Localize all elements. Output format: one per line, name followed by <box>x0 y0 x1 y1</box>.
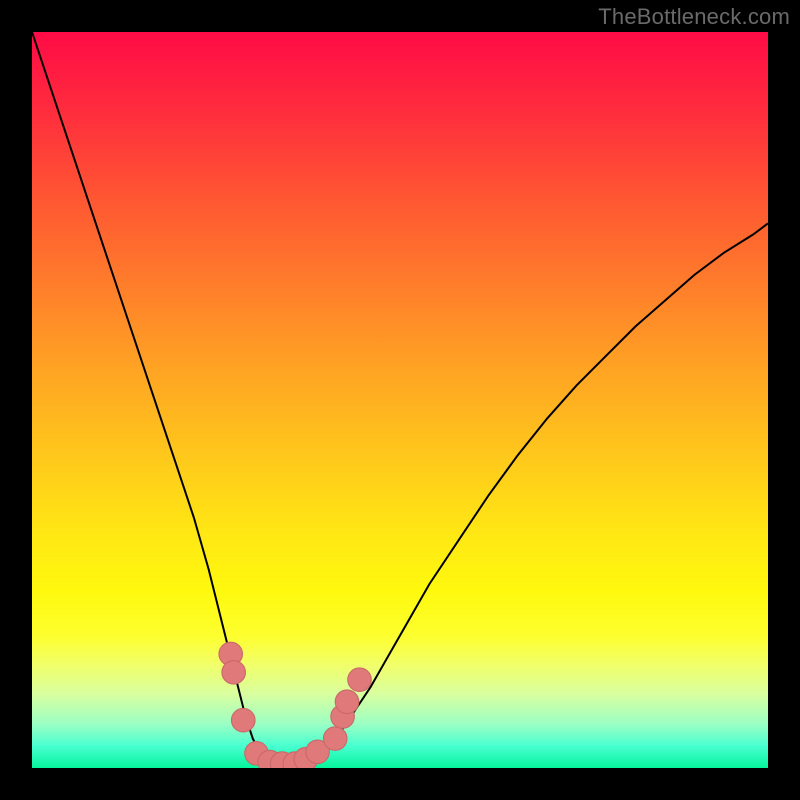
data-marker <box>323 727 347 751</box>
data-marker <box>348 668 372 692</box>
bottleneck-chart <box>32 32 768 768</box>
data-marker <box>222 661 246 685</box>
outer-frame: TheBottleneck.com <box>0 0 800 800</box>
chart-area <box>32 32 768 768</box>
curve-path <box>32 32 768 764</box>
data-marker <box>231 708 255 732</box>
data-marker <box>335 690 359 714</box>
watermark-text: TheBottleneck.com <box>598 4 790 30</box>
